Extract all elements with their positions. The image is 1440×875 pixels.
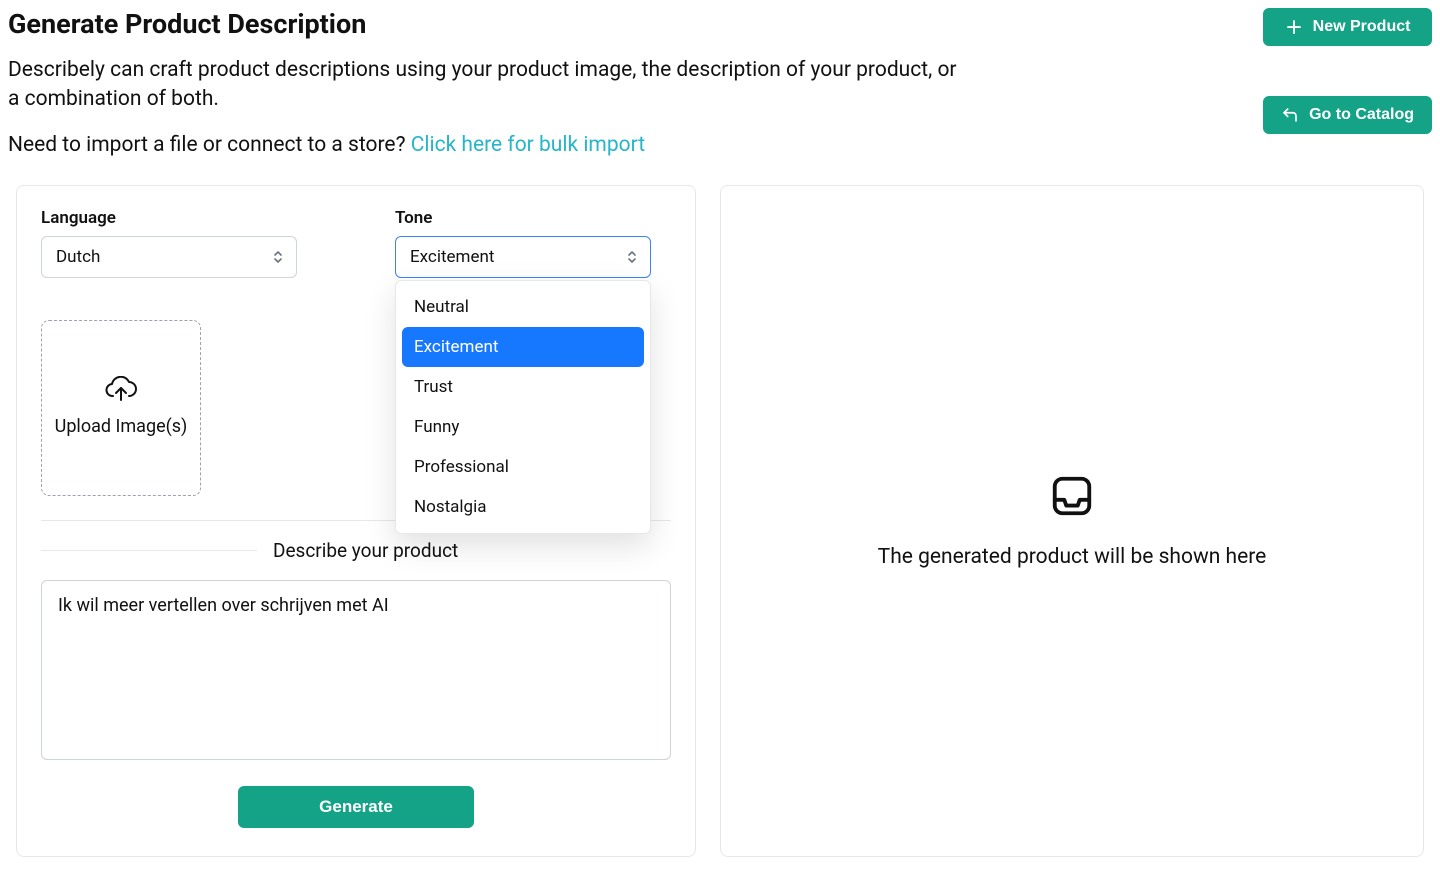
import-prompt-text: Need to import a file or connect to a st… xyxy=(8,133,411,157)
tone-option[interactable]: Excitement xyxy=(402,327,644,367)
divider-line xyxy=(41,550,257,551)
language-value: Dutch xyxy=(56,247,100,267)
import-line: Need to import a file or connect to a st… xyxy=(8,133,1231,157)
tone-option[interactable]: Funny xyxy=(402,407,644,447)
new-product-button[interactable]: New Product xyxy=(1263,8,1432,46)
back-arrow-icon xyxy=(1281,106,1299,124)
description-textarea[interactable] xyxy=(41,580,671,760)
page-subtitle: Describely can craft product description… xyxy=(8,56,968,115)
language-label: Language xyxy=(41,208,297,228)
generate-label: Generate xyxy=(319,797,393,817)
go-to-catalog-button[interactable]: Go to Catalog xyxy=(1263,96,1432,134)
tone-dropdown[interactable]: NeutralExcitementTrustFunnyProfessionalN… xyxy=(395,280,651,534)
chevron-updown-icon xyxy=(626,249,638,265)
generate-button[interactable]: Generate xyxy=(238,786,474,828)
bulk-import-link[interactable]: Click here for bulk import xyxy=(411,133,645,157)
input-card: Language Dutch Tone Excitement xyxy=(16,185,696,857)
tone-option[interactable]: Trust xyxy=(402,367,644,407)
tone-select[interactable]: Excitement xyxy=(395,236,651,278)
upload-label: Upload Image(s) xyxy=(55,414,188,439)
upload-cloud-icon xyxy=(104,376,138,404)
plus-icon xyxy=(1285,18,1303,36)
inbox-icon xyxy=(1049,473,1095,519)
tone-option[interactable]: Neutral xyxy=(402,287,644,327)
tone-value: Excitement xyxy=(410,247,494,267)
preview-empty-text: The generated product will be shown here xyxy=(878,545,1267,569)
new-product-label: New Product xyxy=(1313,18,1411,36)
chevron-updown-icon xyxy=(272,249,284,265)
describe-divider: Describe your product xyxy=(41,539,671,562)
upload-image-button[interactable]: Upload Image(s) xyxy=(41,320,201,496)
describe-label: Describe your product xyxy=(273,539,458,562)
go-to-catalog-label: Go to Catalog xyxy=(1309,106,1414,124)
tone-option[interactable]: Professional xyxy=(402,447,644,487)
page-title: Generate Product Description xyxy=(8,8,1231,40)
language-select[interactable]: Dutch xyxy=(41,236,297,278)
preview-card: The generated product will be shown here xyxy=(720,185,1424,857)
tone-label: Tone xyxy=(395,208,651,228)
tone-option[interactable]: Nostalgia xyxy=(402,487,644,527)
